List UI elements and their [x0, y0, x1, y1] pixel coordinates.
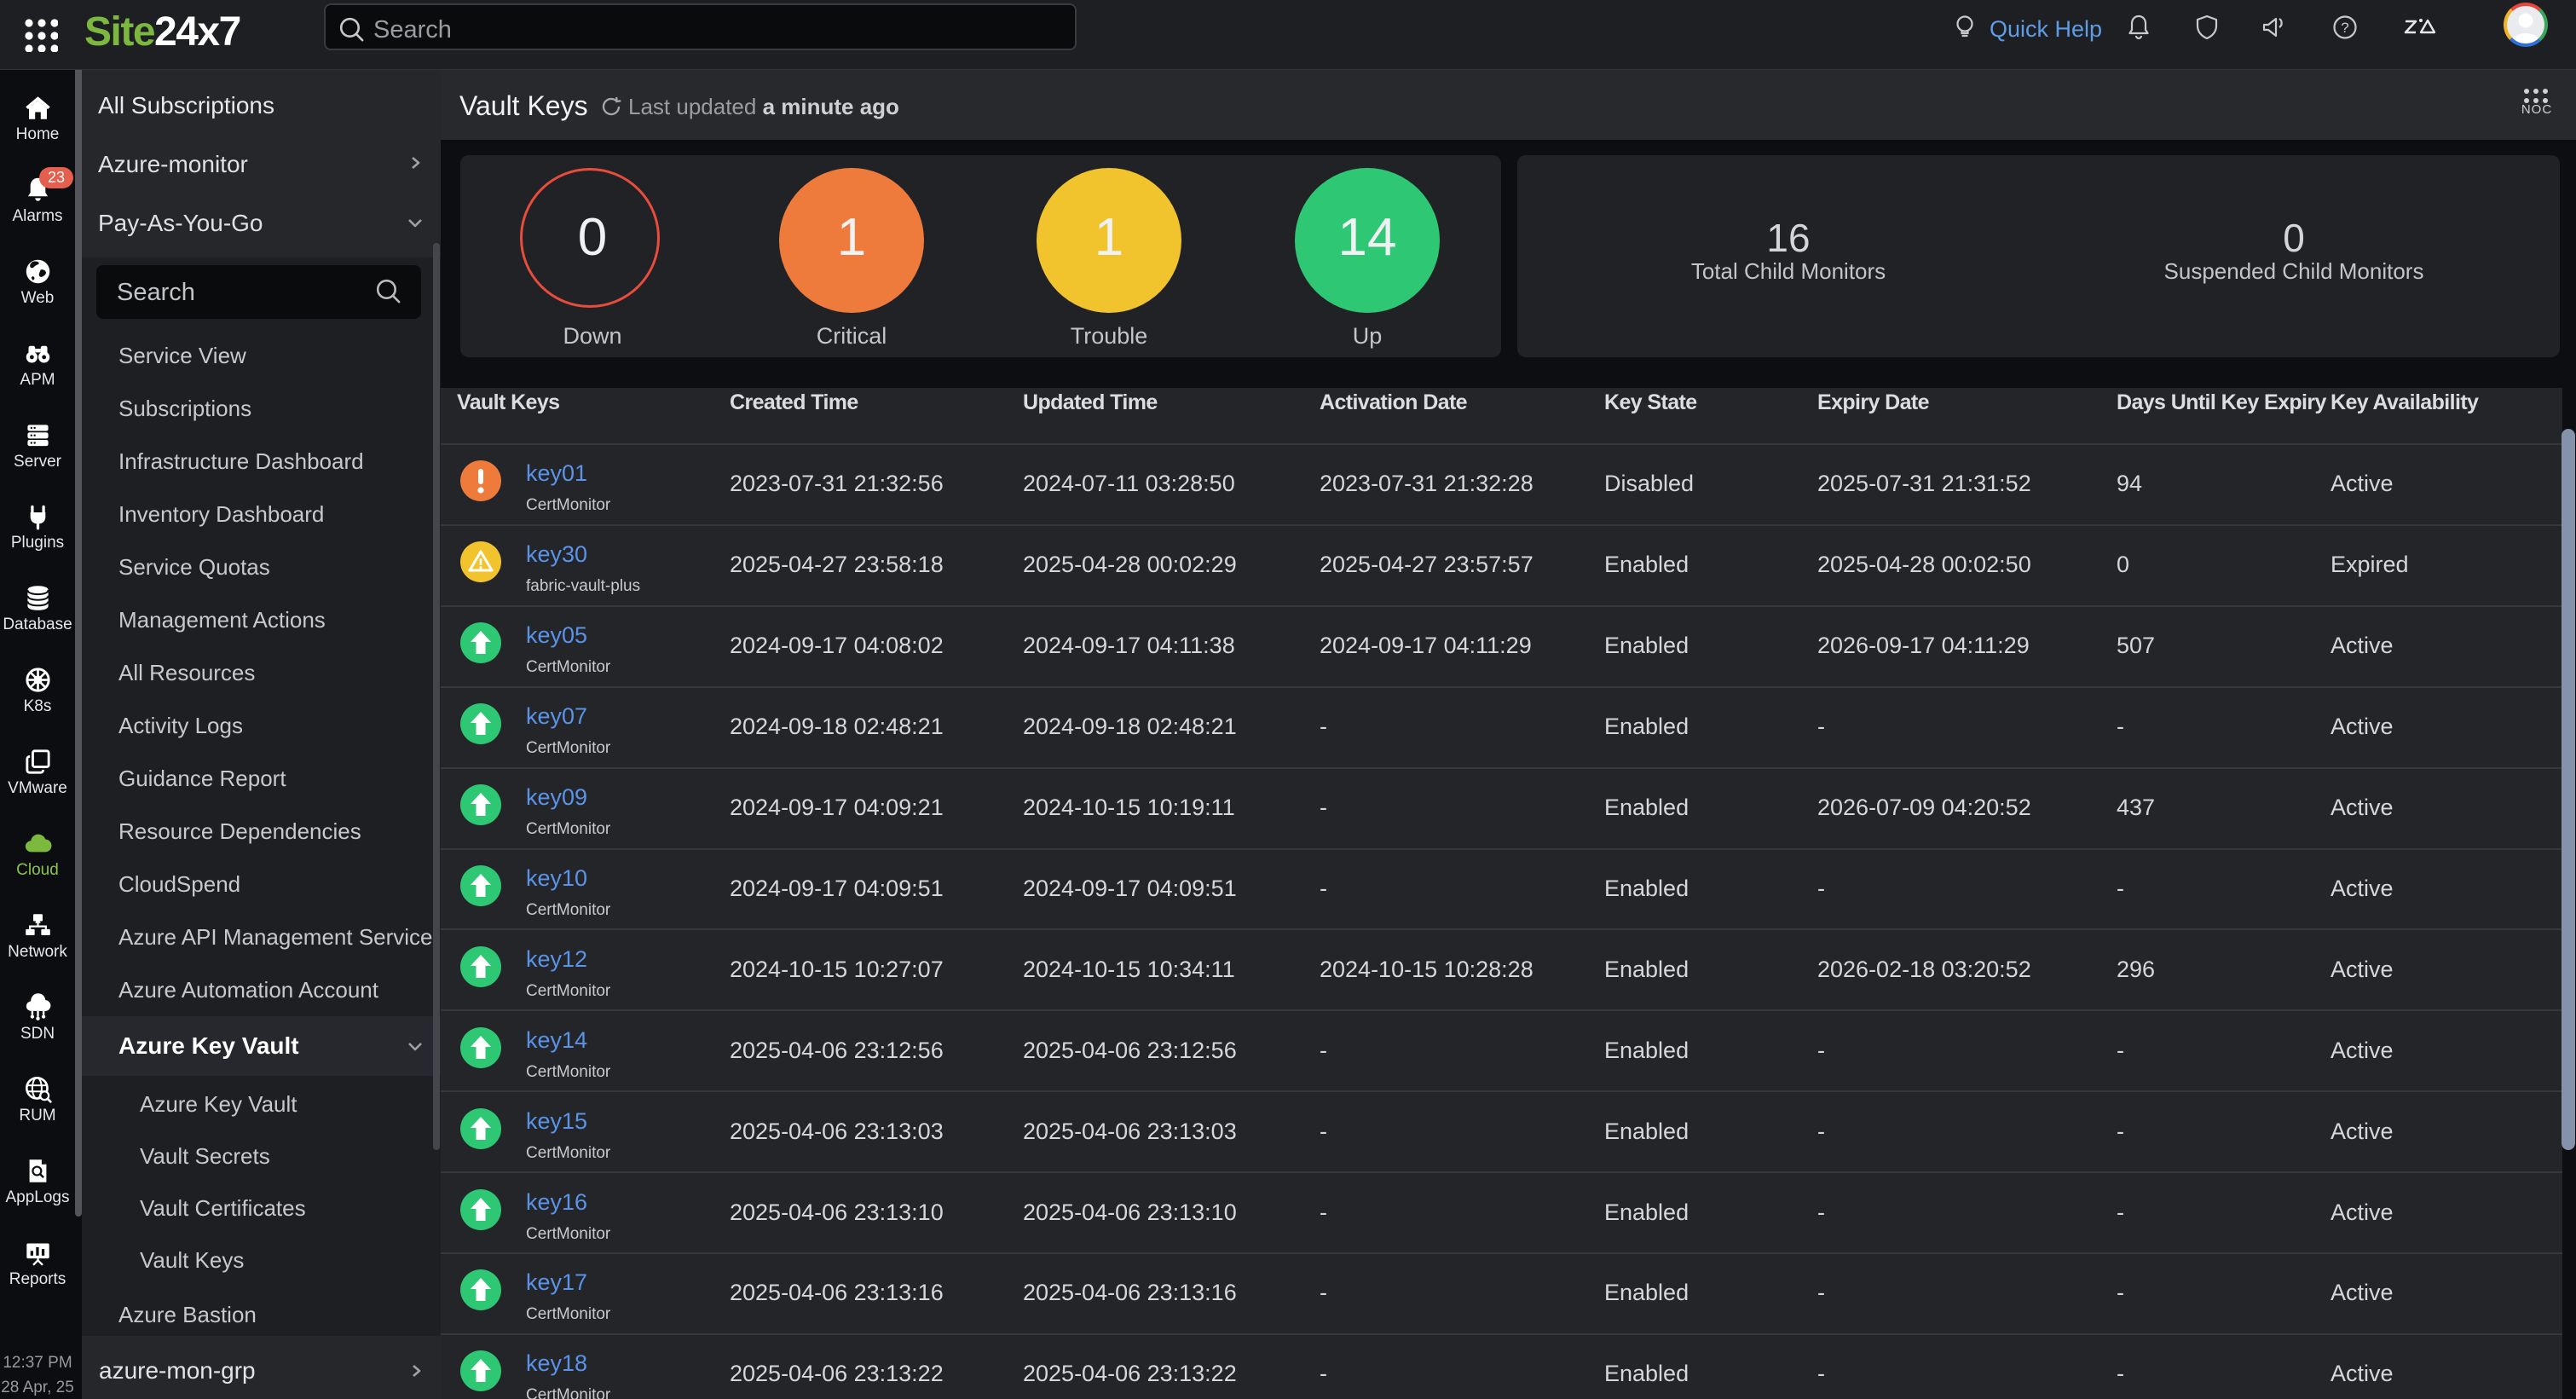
svg-text:?: ? — [2341, 20, 2348, 36]
